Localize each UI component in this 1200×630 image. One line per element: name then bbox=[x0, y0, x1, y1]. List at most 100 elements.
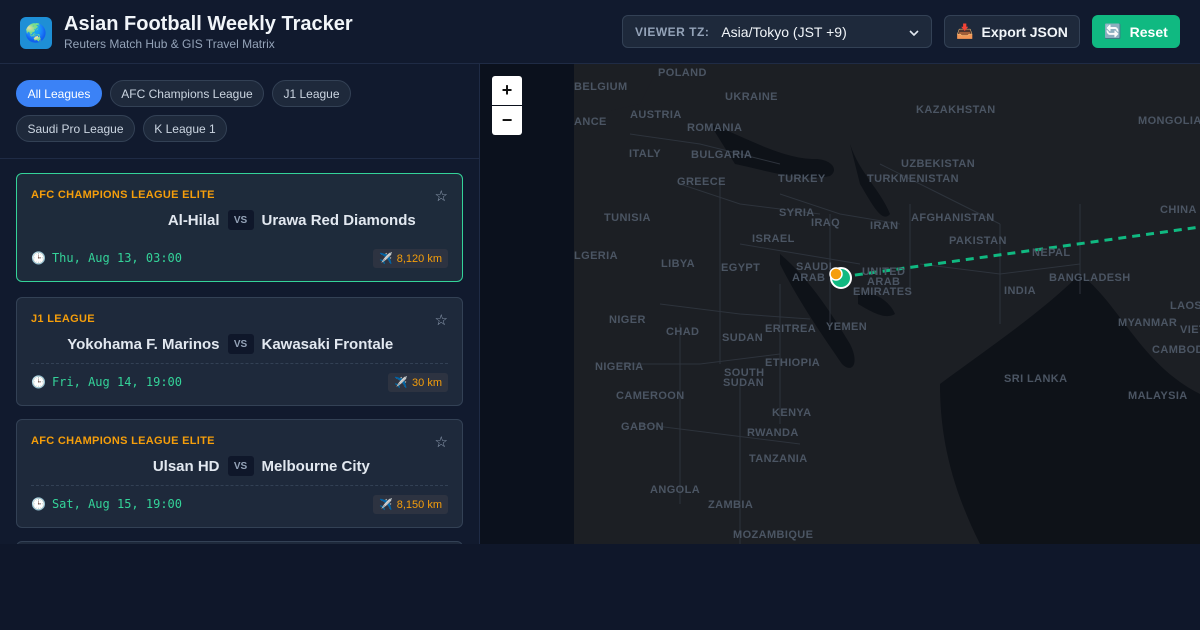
distance-badge: ✈️ 8,120 km bbox=[373, 249, 448, 268]
map-label: IRAN bbox=[870, 220, 899, 232]
match-card[interactable] bbox=[16, 541, 463, 544]
match-time: 🕒 Thu, Aug 13, 03:00 bbox=[31, 251, 182, 265]
match-card[interactable]: AFC CHAMPIONS LEAGUE ELITE ☆ Al-Hilal VS… bbox=[16, 173, 463, 282]
map-label: ISRAEL bbox=[752, 233, 795, 245]
match-time-text: Thu, Aug 13, 03:00 bbox=[51, 251, 182, 265]
match-card[interactable]: J1 LEAGUE ☆ Yokohama F. Marinos VS Kawas… bbox=[16, 297, 463, 406]
map-label: TUNISIA bbox=[604, 212, 651, 224]
plane-icon: ✈️ bbox=[379, 253, 393, 265]
map-label: GREECE bbox=[677, 176, 726, 188]
inbox-tray-icon: 📥 bbox=[956, 23, 974, 39]
map-label: LGERIA bbox=[574, 250, 618, 262]
match-teams: Ulsan HD VS Melbourne City bbox=[17, 456, 464, 476]
travel-map[interactable]: + − POLAND BELGIUM UKRAINE AUSTRIA KAZAK… bbox=[480, 64, 1200, 544]
map-label: NIGERIA bbox=[595, 361, 644, 373]
match-teams: Yokohama F. Marinos VS Kawasaki Frontale bbox=[17, 334, 464, 354]
plane-icon: ✈️ bbox=[394, 377, 409, 389]
map-label: ERITREA bbox=[765, 323, 817, 335]
map-label: BULGARIA bbox=[691, 149, 753, 161]
vs-badge: VS bbox=[227, 456, 254, 476]
league-name: J1 LEAGUE bbox=[31, 313, 95, 325]
refresh-icon: 🔄 bbox=[1104, 23, 1122, 39]
distance-badge: ✈️ 30 km bbox=[388, 373, 448, 392]
match-time: 🕒 Fri, Aug 14, 19:00 bbox=[31, 375, 182, 389]
map-label: BELGIUM bbox=[574, 81, 628, 93]
star-icon[interactable]: ☆ bbox=[435, 187, 448, 205]
distance-text: 8,120 km bbox=[396, 252, 442, 265]
map-label: MYANMAR bbox=[1118, 317, 1178, 329]
away-team: Kawasaki Frontale bbox=[261, 335, 394, 353]
map-label: NEPAL bbox=[1032, 247, 1071, 259]
map-label: KAZAKHSTAN bbox=[916, 104, 996, 116]
filter-chip-k-league-1[interactable]: K League 1 bbox=[143, 115, 227, 142]
map-label: MALAYSIA bbox=[1128, 390, 1188, 402]
map-label: ROMANIA bbox=[687, 122, 743, 134]
map-label: ANGOLA bbox=[650, 484, 701, 496]
card-divider bbox=[31, 363, 448, 364]
app-title: Asian Football Weekly Tracker bbox=[64, 13, 353, 35]
map-label: NIGER bbox=[609, 314, 646, 326]
zoom-in-button[interactable]: + bbox=[492, 76, 522, 105]
map-label: ITALY bbox=[629, 148, 661, 160]
map-label: AUSTRIA bbox=[630, 109, 682, 121]
league-name: AFC CHAMPIONS LEAGUE ELITE bbox=[31, 435, 215, 447]
map-label: EGYPT bbox=[721, 262, 761, 274]
map-label: POLAND bbox=[658, 67, 707, 79]
distance-text: 30 km bbox=[412, 376, 442, 389]
map-label: CHAD bbox=[666, 326, 700, 338]
divider bbox=[0, 158, 479, 159]
map-label: SYRIA bbox=[779, 207, 815, 219]
globe-icon: 🌏 bbox=[20, 17, 52, 49]
map-label: SRI LANKA bbox=[1004, 373, 1068, 385]
map-label: AFGHANISTAN bbox=[911, 212, 995, 224]
vs-badge: VS bbox=[227, 334, 254, 354]
timezone-label: VIEWER TZ: bbox=[635, 24, 710, 39]
vs-badge: VS bbox=[227, 210, 254, 230]
filter-chip-afc-champions-league[interactable]: AFC Champions League bbox=[110, 80, 264, 107]
map-canvas bbox=[480, 64, 1200, 544]
zoom-out-button[interactable]: − bbox=[492, 106, 522, 135]
home-team: Yokohama F. Marinos bbox=[67, 335, 220, 353]
star-icon[interactable]: ☆ bbox=[435, 311, 448, 329]
map-label: CAMBODIA bbox=[1152, 344, 1200, 356]
map-label: ETHIOPIA bbox=[765, 357, 821, 369]
match-time-text: Sat, Aug 15, 19:00 bbox=[51, 497, 182, 511]
distance-badge: ✈️ 8,150 km bbox=[373, 495, 448, 514]
map-label: LAOS bbox=[1170, 300, 1200, 312]
timezone-value: Asia/Tokyo (JST +9) bbox=[721, 23, 847, 40]
home-team: Ulsan HD bbox=[152, 457, 220, 475]
plane-icon: ✈️ bbox=[379, 499, 393, 511]
league-name: AFC CHAMPIONS LEAGUE ELITE bbox=[31, 189, 215, 201]
map-label: KENYA bbox=[772, 407, 812, 419]
distance-text: 8,150 km bbox=[396, 498, 442, 511]
map-label: ZAMBIA bbox=[708, 499, 754, 511]
star-icon[interactable]: ☆ bbox=[435, 433, 448, 451]
match-card[interactable]: AFC CHAMPIONS LEAGUE ELITE ☆ Ulsan HD VS… bbox=[16, 419, 463, 528]
filter-chip-saudi-pro-league[interactable]: Saudi Pro League bbox=[16, 115, 135, 142]
map-label: MONGOLIA bbox=[1138, 115, 1200, 127]
timezone-select[interactable]: VIEWER TZ: Asia/Tokyo (JST +9) bbox=[622, 15, 932, 48]
map-label: SUDAN bbox=[722, 332, 764, 344]
app-subtitle: Reuters Match Hub & GIS Travel Matrix bbox=[64, 37, 275, 51]
map-label: UKRAINE bbox=[725, 91, 778, 103]
filter-chip-j1-league[interactable]: J1 League bbox=[272, 80, 351, 107]
map-label: TANZANIA bbox=[749, 453, 808, 465]
map-label: CAMEROON bbox=[616, 390, 685, 402]
export-json-button[interactable]: 📥 Export JSON bbox=[944, 15, 1080, 48]
reset-button[interactable]: 🔄 Reset bbox=[1092, 15, 1180, 48]
map-label: BANGLADESH bbox=[1049, 272, 1131, 284]
match-teams: Al-Hilal VS Urawa Red Diamonds bbox=[17, 210, 464, 230]
away-team: Melbourne City bbox=[261, 457, 370, 475]
reset-label: Reset bbox=[1129, 23, 1168, 40]
map-label: PAKISTAN bbox=[949, 235, 1007, 247]
export-json-label: Export JSON bbox=[981, 23, 1068, 40]
match-time-text: Fri, Aug 14, 19:00 bbox=[51, 375, 182, 389]
map-label: UZBEKISTAN bbox=[901, 158, 976, 170]
clock-icon: 🕒 bbox=[31, 375, 46, 389]
filter-chip-all-leagues[interactable]: All Leagues bbox=[16, 80, 102, 107]
map-label: IRAQ bbox=[811, 217, 841, 229]
clock-icon: 🕒 bbox=[31, 251, 46, 265]
away-team: Urawa Red Diamonds bbox=[261, 211, 416, 229]
map-label: TURKMENISTAN bbox=[867, 173, 959, 185]
app-header: 🌏 Asian Football Weekly Tracker Reuters … bbox=[0, 0, 1200, 64]
